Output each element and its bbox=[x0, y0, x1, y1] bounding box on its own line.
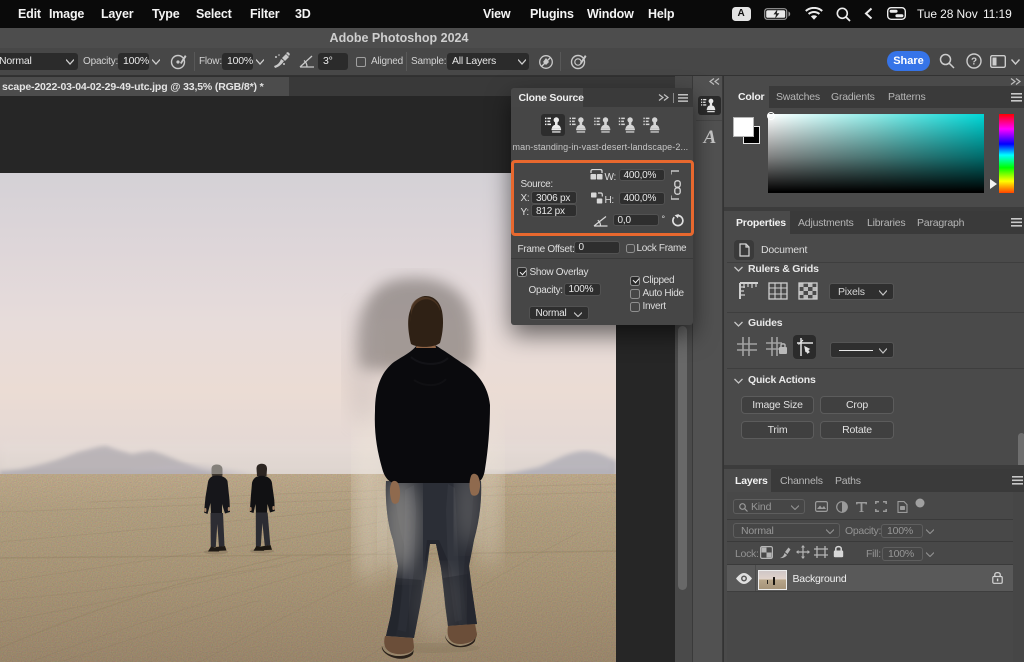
svg-text:?: ? bbox=[971, 57, 977, 68]
svg-text:A: A bbox=[703, 127, 717, 148]
